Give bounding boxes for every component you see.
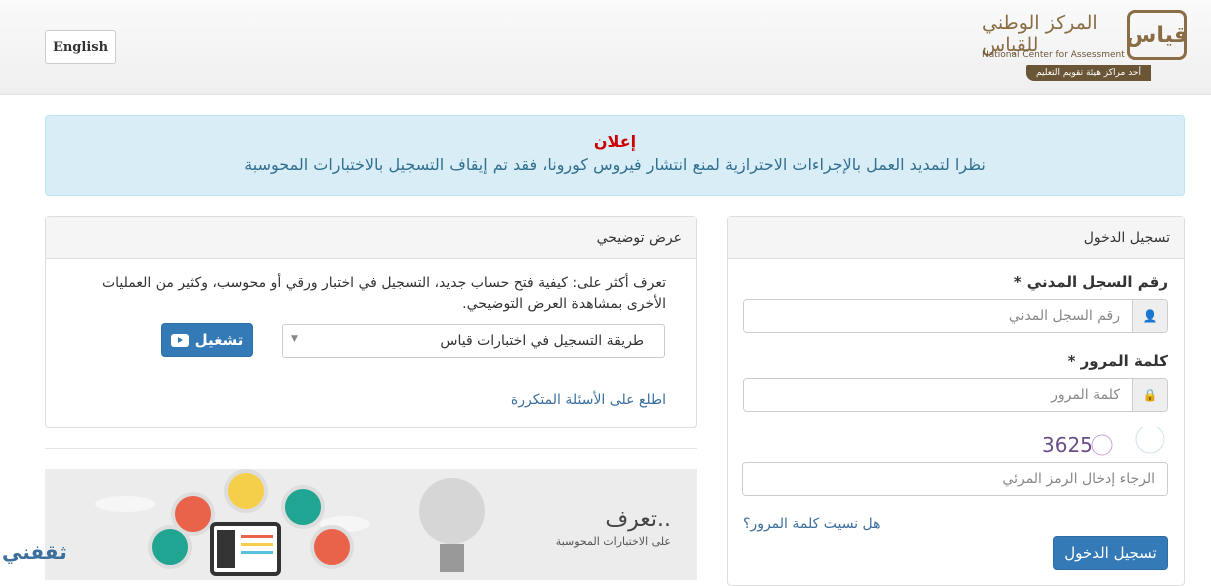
login-panel: تسجيل الدخول رقم السجل المدني * 👤 كلمة ا… xyxy=(727,216,1185,586)
logo-ribbon: أحد مراكز هيئة تقويم التعليم xyxy=(1026,65,1151,81)
site-header: English قياس المركز الوطني للقياس Nation… xyxy=(0,0,1211,95)
captcha-input-group xyxy=(742,462,1168,496)
id-input-group: 👤 xyxy=(743,299,1168,333)
qiyas-mark: قياس xyxy=(1126,10,1188,60)
banner-illustration xyxy=(95,469,485,576)
play-label: تشغيل xyxy=(194,331,244,349)
watermark-text: ثقفني xyxy=(2,540,67,564)
user-icon: 👤 xyxy=(1132,300,1167,332)
captcha-input[interactable] xyxy=(743,463,1167,495)
captcha-noise xyxy=(1091,427,1165,456)
play-button[interactable]: تشغيل xyxy=(161,323,253,357)
english-language-button[interactable]: English xyxy=(45,30,116,64)
password-input[interactable] xyxy=(744,379,1132,411)
demo-description: تعرف أكثر على: كيفية فتح حساب جديد، التس… xyxy=(101,275,666,312)
login-submit-button[interactable]: تسجيل الدخول xyxy=(1053,536,1168,570)
forgot-password-link[interactable]: هل نسيت كلمة المرور؟ xyxy=(743,516,881,532)
password-input-group: 🔒 xyxy=(743,378,1168,412)
dropdown-caret-icon: ▼ xyxy=(291,334,298,344)
id-label: رقم السجل المدني * xyxy=(1013,273,1168,291)
login-panel-title: تسجيل الدخول xyxy=(728,217,1184,259)
faq-link[interactable]: اطلع على الأسئلة المتكررة xyxy=(511,392,666,408)
demo-panel: عرض توضيحي تعرف أكثر على: كيفية فتح حساب… xyxy=(45,216,697,428)
nca-logo[interactable]: قياس المركز الوطني للقياس National Cente… xyxy=(982,8,1188,82)
youtube-play-icon xyxy=(170,333,189,347)
divider xyxy=(45,448,697,449)
announcement-message: نظرا لتمديد العمل بالإجراءات الاحترازية … xyxy=(244,155,986,174)
demo-video-select[interactable]: طريقة التسجيل في اختبارات قياس ▼ xyxy=(282,324,665,358)
computerized-tests-banner[interactable]: تعرف.. على الاختبارات المحوسبة xyxy=(45,469,697,580)
selected-video: طريقة التسجيل في اختبارات قياس xyxy=(440,333,644,349)
announcement-title: إعلان xyxy=(593,132,637,151)
id-number-input[interactable] xyxy=(744,300,1132,332)
banner-subtitle: على الاختبارات المحوسبة xyxy=(555,535,671,548)
banner-title: تعرف.. xyxy=(605,507,671,532)
demo-panel-title: عرض توضيحي xyxy=(46,217,696,259)
watermark-logo: ثقفني xyxy=(2,540,67,564)
password-label: كلمة المرور * xyxy=(1067,352,1168,370)
logo-english-text: National Center for Assessment xyxy=(982,50,1125,60)
lock-icon: 🔒 xyxy=(1132,379,1167,411)
announcement-alert: إعلان نظرا لتمديد العمل بالإجراءات الاحت… xyxy=(45,115,1185,196)
captcha-image: 3625 xyxy=(1038,427,1168,461)
